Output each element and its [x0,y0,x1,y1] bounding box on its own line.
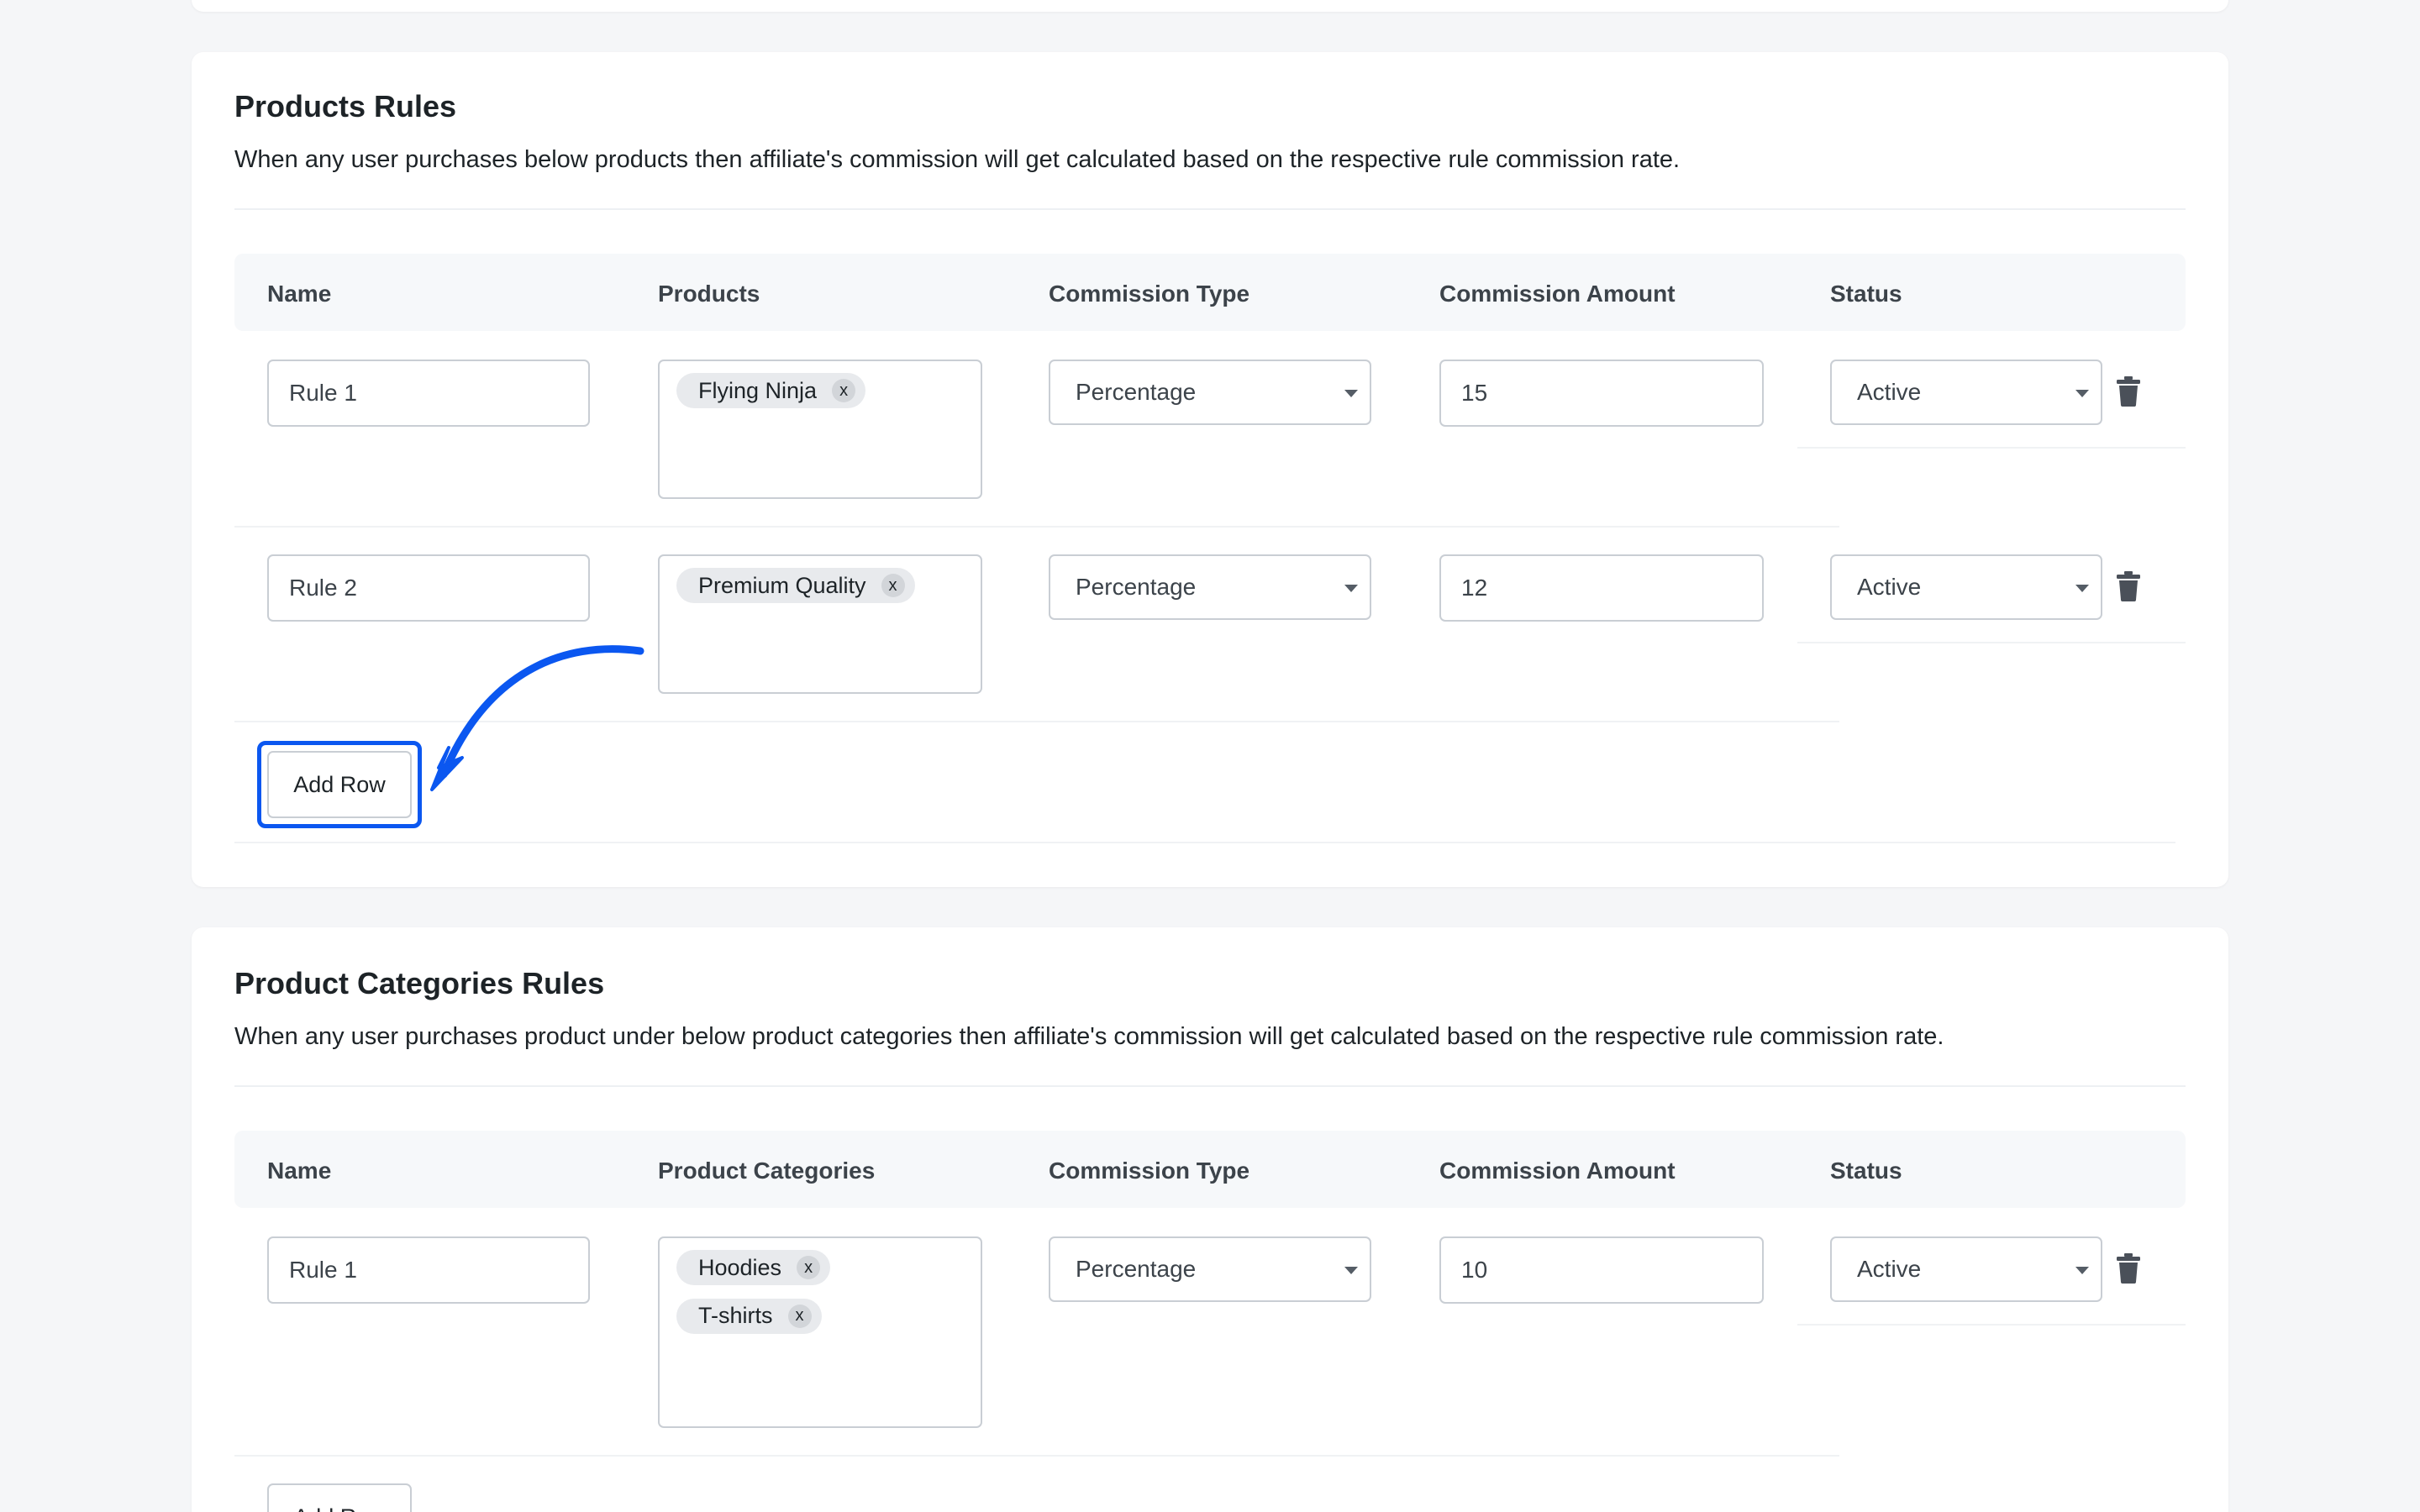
close-icon[interactable]: x [832,379,856,402]
trash-icon[interactable] [2116,376,2141,407]
category-rules-card: Product Categories Rules When any user p… [192,927,2228,1512]
status-value: Active [1857,1256,1922,1282]
commission-type-select[interactable]: Percentage [1049,554,1371,620]
column-product-categories: Product Categories [658,1158,876,1184]
caret-down-icon [1344,585,1358,592]
category-tag: Hoodies x [676,1250,831,1285]
category-rules-description: When any user purchases product under be… [234,1023,1944,1050]
status-select[interactable]: Active [1830,554,2102,620]
caret-down-icon [1344,390,1358,397]
status-value: Active [1857,574,1922,600]
commission-type-select[interactable]: Percentage [1049,360,1371,425]
row-divider [1797,447,2186,449]
category-rules-table-header: Name Product Categories Commission Type … [234,1131,2186,1208]
caret-down-icon [2075,390,2089,397]
close-icon[interactable]: x [787,1304,812,1328]
row-divider [234,842,2175,843]
product-tag-label: Premium Quality [698,572,866,598]
status-select[interactable]: Active [1830,1236,2102,1302]
category-rules-title: Product Categories Rules [234,966,605,1000]
divider [234,1085,2186,1087]
column-status: Status [1830,1158,1902,1184]
previous-settings-card [192,0,2228,12]
commission-type-value: Percentage [1076,574,1197,600]
categories-multiselect[interactable]: Hoodies x T-shirts x [658,1236,982,1428]
category-tag-label: Hoodies [698,1254,782,1280]
column-commission-amount: Commission Amount [1439,1158,1676,1184]
commission-amount-input[interactable]: 15 [1439,360,1764,427]
trash-icon[interactable] [2116,571,2141,601]
row-divider [1797,1324,2186,1326]
category-tag: T-shirts x [676,1298,822,1334]
category-tag-label: T-shirts [698,1303,773,1328]
product-tag-label: Flying Ninja [698,377,818,403]
caret-down-icon [2075,585,2089,592]
rule-name-input[interactable]: Rule 1 [267,1236,590,1304]
trash-icon[interactable] [2116,1253,2141,1284]
status-value: Active [1857,379,1922,405]
close-icon[interactable]: x [797,1256,821,1279]
products-multiselect[interactable]: Premium Quality x [658,554,982,694]
close-icon[interactable]: x [881,574,905,597]
commission-type-value: Percentage [1076,1256,1197,1282]
commission-type-select[interactable]: Percentage [1049,1236,1371,1302]
column-name: Name [267,1158,332,1184]
products-rules-card: Products Rules When any user purchases b… [192,52,2228,887]
column-commission-type: Commission Type [1049,281,1250,307]
caret-down-icon [1344,1267,1358,1274]
caret-down-icon [2075,1267,2089,1274]
add-row-button[interactable]: Add Row [267,1483,412,1512]
product-tag: Flying Ninja x [676,373,866,408]
products-multiselect[interactable]: Flying Ninja x [658,360,982,499]
status-select[interactable]: Active [1830,360,2102,425]
column-products: Products [658,281,760,307]
row-divider [1797,642,2186,643]
product-tag: Premium Quality x [676,568,915,603]
commission-amount-input[interactable]: 10 [1439,1236,1764,1304]
column-commission-amount: Commission Amount [1439,281,1676,307]
column-status: Status [1830,281,1902,307]
curved-arrow-icon [430,645,644,791]
commission-amount-input[interactable]: 12 [1439,554,1764,622]
row-divider [234,1455,1839,1457]
commission-type-value: Percentage [1076,379,1197,405]
column-commission-type: Commission Type [1049,1158,1250,1184]
